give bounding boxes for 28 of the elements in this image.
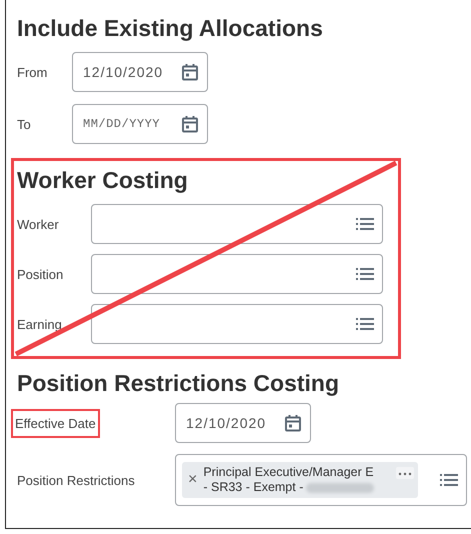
calendar-icon[interactable] xyxy=(284,414,302,432)
list-icon[interactable] xyxy=(356,217,374,231)
calendar-icon[interactable] xyxy=(181,115,199,133)
list-icon[interactable] xyxy=(440,473,458,487)
prompt-field[interactable] xyxy=(91,254,383,294)
chip-text: Principal Executive/Manager E xyxy=(203,465,375,480)
field-label: To xyxy=(16,116,32,134)
section-heading: Include Existing Allocations xyxy=(17,14,324,42)
prompt-field[interactable]: × Principal Executive/Manager E - SR33 - Exempt - xyxy=(175,454,467,506)
field-label: Effective Date xyxy=(11,408,100,438)
list-icon[interactable] xyxy=(356,267,374,281)
calendar-icon[interactable] xyxy=(181,63,199,81)
prompt-field[interactable] xyxy=(91,304,383,344)
field-label: Position xyxy=(16,266,64,284)
date-field[interactable]: MM/DD/YYYY xyxy=(72,104,208,144)
chip-text: - SR33 - Exempt - xyxy=(203,480,390,495)
field-label: Position Restrictions xyxy=(16,472,136,490)
more-icon[interactable] xyxy=(396,467,414,479)
field-label: From xyxy=(16,64,48,82)
date-field[interactable]: 12/10/2020 xyxy=(72,52,208,92)
section-heading: Worker Costing xyxy=(17,166,189,194)
prompt-field[interactable] xyxy=(91,204,383,244)
list-icon[interactable] xyxy=(356,317,374,331)
field-label: Worker xyxy=(16,216,60,234)
date-field[interactable]: 12/10/2020 xyxy=(175,403,311,443)
section-heading: Position Restrictions Costing xyxy=(17,369,340,397)
remove-button[interactable]: × xyxy=(188,465,198,495)
field-label: Earning xyxy=(16,316,63,334)
